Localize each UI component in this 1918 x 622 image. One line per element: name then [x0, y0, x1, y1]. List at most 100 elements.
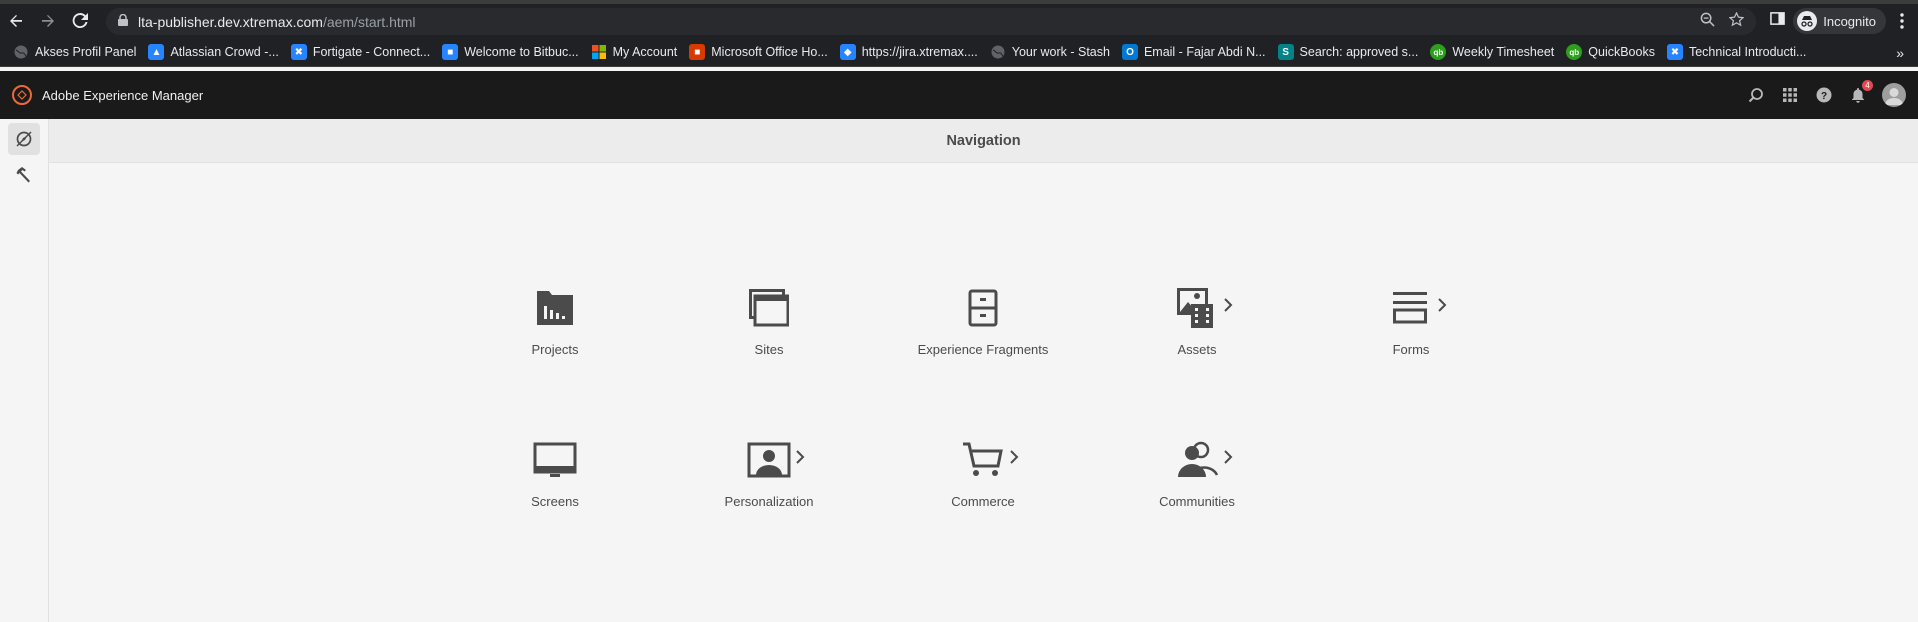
- bookmarks-bar: Akses Profil Panel ▲ Atlassian Crowd -... ✖…: [0, 38, 1918, 67]
- tile-experience-fragments[interactable]: Experience Fragments: [893, 284, 1073, 394]
- chevron-right-icon: [796, 450, 805, 464]
- forward-arrow-icon: [42, 15, 54, 27]
- tile-assets[interactable]: Assets: [1107, 284, 1287, 394]
- globe-icon: [13, 44, 29, 60]
- bookmark-label: Atlassian Crowd -...: [170, 45, 279, 59]
- bookmark-item[interactable]: ✖ Fortigate - Connect...: [288, 40, 439, 64]
- address-bar[interactable]: lta-publisher.dev.xtremax.com/aem/start.…: [106, 8, 1756, 35]
- bookmark-item[interactable]: qb QuickBooks: [1563, 40, 1664, 64]
- personalization-icon: [739, 436, 805, 484]
- side-panel-icon[interactable]: [1770, 11, 1786, 31]
- aem-product-title[interactable]: Adobe Experience Manager: [42, 88, 203, 103]
- office-icon: ■: [689, 44, 706, 60]
- tile-label: Communities: [1159, 494, 1235, 509]
- notification-badge: 4: [1862, 80, 1873, 91]
- bookmark-item[interactable]: My Account: [588, 40, 687, 64]
- bitbucket-icon: ■: [442, 44, 459, 60]
- tile-label: Sites: [754, 342, 784, 357]
- atlassian-icon: ▲: [148, 44, 165, 60]
- browser-menu-icon[interactable]: [1894, 13, 1910, 29]
- user-avatar[interactable]: [1882, 83, 1906, 107]
- url-path: /aem/start.html: [322, 13, 416, 30]
- tile-forms[interactable]: Forms: [1321, 284, 1501, 394]
- navigation-rail-button[interactable]: [8, 123, 40, 155]
- tile-label: Commerce: [951, 494, 1015, 509]
- adobe-logo-icon[interactable]: [12, 85, 32, 105]
- tile-label: Projects: [531, 342, 579, 357]
- incognito-icon: [1797, 11, 1818, 31]
- bookmark-label: Welcome to Bitbuc...: [464, 45, 579, 59]
- tile-label: Experience Fragments: [917, 342, 1049, 357]
- bookmark-label: Your work - Stash: [1011, 45, 1110, 59]
- confluence-icon: ✖: [1666, 44, 1683, 60]
- sites-icon: [739, 284, 799, 332]
- bookmark-item[interactable]: Akses Profil Panel: [10, 40, 145, 64]
- bookmark-label: Microsoft Office Ho...: [711, 45, 828, 59]
- page-title: Navigation: [946, 132, 1021, 149]
- quickbooks-icon: qb: [1430, 44, 1447, 60]
- experience-fragments-icon: [953, 284, 1013, 332]
- bookmarks-overflow-icon[interactable]: »: [1896, 38, 1904, 67]
- browser-toolbar: lta-publisher.dev.xtremax.com/aem/start.…: [0, 4, 1918, 38]
- url-host: lta-publisher.dev.xtremax.com: [138, 13, 323, 30]
- forward-button[interactable]: [32, 4, 64, 38]
- sharepoint-icon: S: [1277, 44, 1294, 60]
- tile-screens[interactable]: Screens: [465, 436, 645, 546]
- solutions-grid-icon[interactable]: [1780, 85, 1800, 105]
- zoom-icon[interactable]: [1700, 12, 1715, 32]
- bookmark-item[interactable]: ■ Microsoft Office Ho...: [686, 40, 836, 64]
- chevron-right-icon: [1224, 450, 1233, 464]
- communities-icon: [1167, 436, 1233, 484]
- incognito-profile[interactable]: Incognito: [1793, 8, 1886, 34]
- bookmark-star-icon[interactable]: [1728, 10, 1745, 32]
- chevron-right-icon: [1224, 298, 1233, 312]
- bookmark-label: Search: approved s...: [1299, 45, 1419, 59]
- bookmark-label: Weekly Timesheet: [1452, 45, 1555, 59]
- tile-label: Screens: [531, 494, 579, 509]
- bookmark-item[interactable]: ■ Welcome to Bitbuc...: [439, 40, 587, 64]
- tools-rail-button[interactable]: [8, 159, 40, 191]
- reload-icon: [72, 13, 88, 29]
- outlook-icon: O: [1121, 44, 1138, 60]
- left-rail: [0, 119, 49, 622]
- bookmark-label: https://jira.xtremax....: [861, 45, 978, 59]
- navigation-title-bar: Navigation: [49, 119, 1918, 163]
- hammer-icon: [16, 167, 30, 183]
- tile-communities[interactable]: Communities: [1107, 436, 1287, 546]
- bookmark-item[interactable]: ✖ Technical Introducti...: [1664, 40, 1815, 64]
- bookmark-item[interactable]: qb Weekly Timesheet: [1427, 40, 1563, 64]
- bookmark-label: Technical Introducti...: [1688, 45, 1807, 59]
- bookmark-item[interactable]: O Email - Fajar Abdi N...: [1119, 40, 1275, 64]
- bookmark-label: My Account: [612, 45, 678, 59]
- bookmark-label: Akses Profil Panel: [35, 45, 137, 59]
- jira-icon: ◆: [839, 44, 856, 60]
- notifications-bell-icon[interactable]: 4: [1848, 80, 1873, 105]
- bookmark-item[interactable]: ◆ https://jira.xtremax....: [837, 40, 987, 64]
- back-button[interactable]: [0, 4, 32, 38]
- back-arrow-icon: [10, 15, 22, 27]
- screens-icon: [525, 436, 585, 484]
- tile-personalization[interactable]: Personalization: [679, 436, 859, 546]
- confluence-icon: ✖: [290, 44, 307, 60]
- aem-header: Adobe Experience Manager ? 4: [0, 71, 1918, 119]
- tile-sites[interactable]: Sites: [679, 284, 859, 394]
- tile-commerce[interactable]: Commerce: [893, 436, 1073, 546]
- bookmark-label: Fortigate - Connect...: [312, 45, 431, 59]
- bookmark-item[interactable]: ▲ Atlassian Crowd -...: [145, 40, 287, 64]
- lock-icon: [118, 13, 138, 31]
- reload-button[interactable]: [64, 4, 96, 38]
- bookmark-item[interactable]: Your work - Stash: [987, 40, 1119, 64]
- tile-projects[interactable]: Projects: [465, 284, 645, 394]
- tile-label: Forms: [1392, 342, 1430, 357]
- incognito-label: Incognito: [1823, 13, 1876, 29]
- help-icon[interactable]: ?: [1814, 85, 1834, 105]
- chevron-right-icon: [1438, 298, 1447, 312]
- tile-label: Assets: [1177, 342, 1217, 357]
- projects-icon: [525, 284, 585, 332]
- svg-text:?: ?: [1821, 91, 1827, 102]
- forms-icon: [1381, 284, 1447, 332]
- bookmark-label: QuickBooks: [1588, 45, 1655, 59]
- search-icon[interactable]: [1746, 85, 1766, 105]
- compass-icon: [16, 131, 32, 147]
- bookmark-item[interactable]: S Search: approved s...: [1275, 40, 1428, 64]
